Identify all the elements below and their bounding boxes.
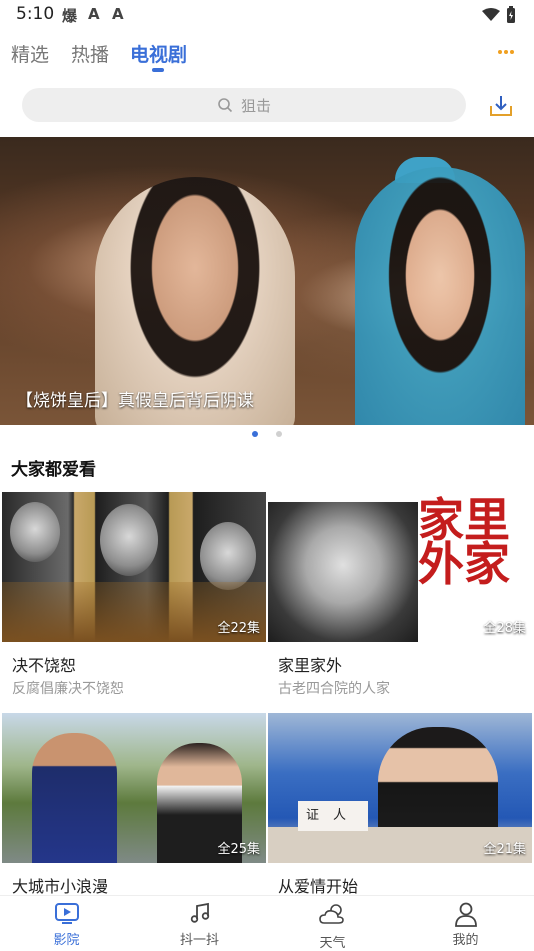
- search-placeholder: 狙击: [240, 96, 271, 115]
- tab-featured[interactable]: 精选: [11, 40, 49, 67]
- drama-card[interactable]: 证人 全21集 从爱情开始: [268, 713, 532, 896]
- more-icon[interactable]: [498, 50, 514, 54]
- thumbnail-sign: 证人: [298, 801, 368, 831]
- drama-card[interactable]: 全22集 决不饶恕 反腐倡廉决不饶恕: [2, 492, 266, 697]
- nav-profile[interactable]: 我的: [399, 896, 532, 951]
- drama-thumbnail: 证人 全21集: [268, 713, 532, 863]
- tab-indicator: [152, 68, 164, 72]
- nav-label: 我的: [452, 933, 479, 948]
- tab-tv-series[interactable]: 电视剧: [130, 40, 187, 67]
- top-tabs: 精选 热播 电视剧: [0, 34, 534, 76]
- drama-thumbnail: 家里外家 全28集: [268, 492, 532, 642]
- drama-title: 决不饶恕: [12, 656, 77, 675]
- search-bar[interactable]: 狙击: [22, 88, 466, 122]
- weather-icon: [318, 904, 344, 924]
- nav-weather[interactable]: 天气: [266, 896, 399, 951]
- carousel-dot[interactable]: [276, 431, 282, 437]
- nav-label: 影院: [53, 933, 80, 948]
- status-time: 5:10: [16, 4, 55, 24]
- notification-icon: 爆: [62, 7, 78, 25]
- status-right: [482, 6, 516, 24]
- section-title: 大家都爱看: [11, 460, 96, 480]
- user-icon: [454, 902, 477, 927]
- notification-icon: A: [112, 5, 124, 23]
- episode-count: 全28集: [483, 621, 526, 636]
- drama-card[interactable]: 家里外家 全28集 家里家外 古老四合院的人家: [268, 492, 532, 697]
- status-bar: 5:10 爆 A A: [0, 0, 534, 30]
- drama-thumbnail: 全25集: [2, 713, 266, 863]
- drama-subtitle: 反腐倡廉决不饶恕: [12, 681, 124, 697]
- drama-card[interactable]: 全25集 大城市小浪漫: [2, 713, 266, 896]
- nav-shake[interactable]: 抖一抖: [133, 896, 266, 951]
- wifi-icon: [482, 8, 500, 21]
- drama-title: 从爱情开始: [278, 877, 359, 896]
- banner-caption: 【烧饼皇后】真假皇后背后阴谋: [16, 391, 254, 411]
- carousel-indicator: [0, 431, 534, 441]
- drama-title: 大城市小浪漫: [12, 877, 109, 896]
- episode-count: 全21集: [483, 842, 526, 857]
- nav-cinema[interactable]: 影院: [0, 896, 133, 951]
- carousel-dot[interactable]: [252, 431, 258, 437]
- nav-label: 天气: [319, 936, 346, 951]
- thumbnail-title-art: 家里外家: [418, 493, 510, 591]
- banner-image: [355, 167, 525, 425]
- battery-icon: [507, 6, 515, 23]
- play-icon: [54, 903, 79, 924]
- music-note-icon: [190, 902, 209, 923]
- notification-icon: A: [88, 5, 100, 23]
- nav-label: 抖一抖: [179, 933, 219, 948]
- drama-title: 家里家外: [278, 656, 343, 675]
- episode-count: 全22集: [217, 621, 260, 636]
- tab-hot[interactable]: 热播: [71, 40, 109, 67]
- bottom-navigation: 影院 抖一抖 天气 我的: [0, 895, 534, 951]
- search-icon: [218, 98, 233, 113]
- episode-count: 全25集: [217, 842, 260, 857]
- drama-thumbnail: 全22集: [2, 492, 266, 642]
- drama-subtitle: 古老四合院的人家: [278, 681, 390, 697]
- banner-carousel[interactable]: 【烧饼皇后】真假皇后背后阴谋: [0, 137, 534, 425]
- download-icon[interactable]: [488, 93, 514, 119]
